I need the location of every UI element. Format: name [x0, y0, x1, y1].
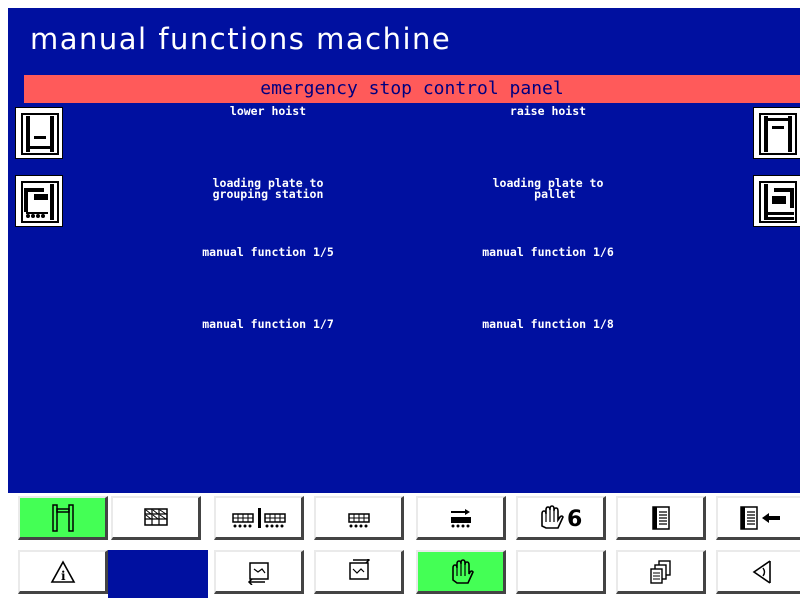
empty-slot — [108, 550, 208, 598]
hoist-frame-button[interactable] — [18, 496, 108, 540]
cycle-left-icon — [247, 561, 269, 585]
lower-hoist-button[interactable] — [15, 107, 63, 159]
svg-text:i: i — [61, 569, 66, 583]
info-button[interactable]: i — [18, 550, 108, 594]
plate-pallet-icon — [759, 181, 797, 223]
info-warning-icon: i — [50, 559, 75, 583]
hand-manual-icon — [451, 558, 474, 584]
cycle-left-button[interactable] — [214, 550, 304, 594]
label-plate-to-pallet: loading plate to pallet — [492, 176, 604, 201]
label-lower-hoist: lower hoist — [229, 104, 307, 118]
plate-to-grouping-button[interactable] — [15, 175, 63, 227]
documents-stack-button[interactable] — [616, 550, 706, 594]
cycle-right-button[interactable] — [314, 550, 404, 594]
conveyor-icon — [347, 512, 370, 527]
document-list-button[interactable] — [616, 496, 706, 540]
conveyor-arrow-button[interactable] — [416, 496, 506, 540]
emergency-stop-banner: emergency stop control panel — [24, 75, 800, 103]
raise-hoist-button[interactable] — [753, 107, 800, 159]
bottom-toolbar: 6 i — [8, 493, 800, 605]
pallet-grid-button[interactable] — [111, 496, 201, 540]
label-raise-hoist: raise hoist — [509, 104, 587, 118]
label-manual-function-1-8: manual function 1/8 — [482, 317, 614, 331]
label-plate-to-grouping: loading plate to grouping station — [212, 176, 324, 201]
label-manual-function-1-7: manual function 1/7 — [202, 317, 334, 331]
raise-hoist-icon — [759, 113, 797, 155]
conveyor-split-icon — [231, 507, 286, 528]
documents-stack-icon — [649, 559, 671, 584]
label-manual-function-1-6: manual function 1/6 — [482, 245, 614, 259]
label-manual-function-1-5: manual function 1/5 — [202, 245, 334, 259]
plate-grouping-icon — [21, 181, 59, 223]
hand-6-icon: 6 — [540, 504, 582, 532]
document-back-button[interactable] — [716, 496, 800, 540]
speaker-button[interactable] — [716, 550, 800, 594]
pallet-grid-icon — [143, 507, 168, 526]
document-back-icon — [739, 505, 780, 530]
lower-hoist-icon — [21, 113, 59, 155]
conveyor-split-button[interactable] — [214, 496, 304, 540]
blank-button[interactable] — [516, 550, 606, 594]
cycle-right-icon — [348, 558, 370, 580]
conveyor-arrow-icon — [450, 508, 471, 527]
hmi-screen: manual functions machine emergency stop … — [8, 8, 800, 493]
speaker-icon — [752, 559, 771, 584]
conveyor-button[interactable] — [314, 496, 404, 540]
plate-to-pallet-button[interactable] — [753, 175, 800, 227]
hand-6-digit: 6 — [567, 507, 582, 532]
window-title: manual functions machine — [30, 22, 452, 56]
hand-6-button[interactable]: 6 — [516, 496, 606, 540]
hoist-frame-icon — [51, 503, 74, 532]
manual-mode-button[interactable] — [416, 550, 506, 594]
document-list-icon — [651, 505, 670, 530]
